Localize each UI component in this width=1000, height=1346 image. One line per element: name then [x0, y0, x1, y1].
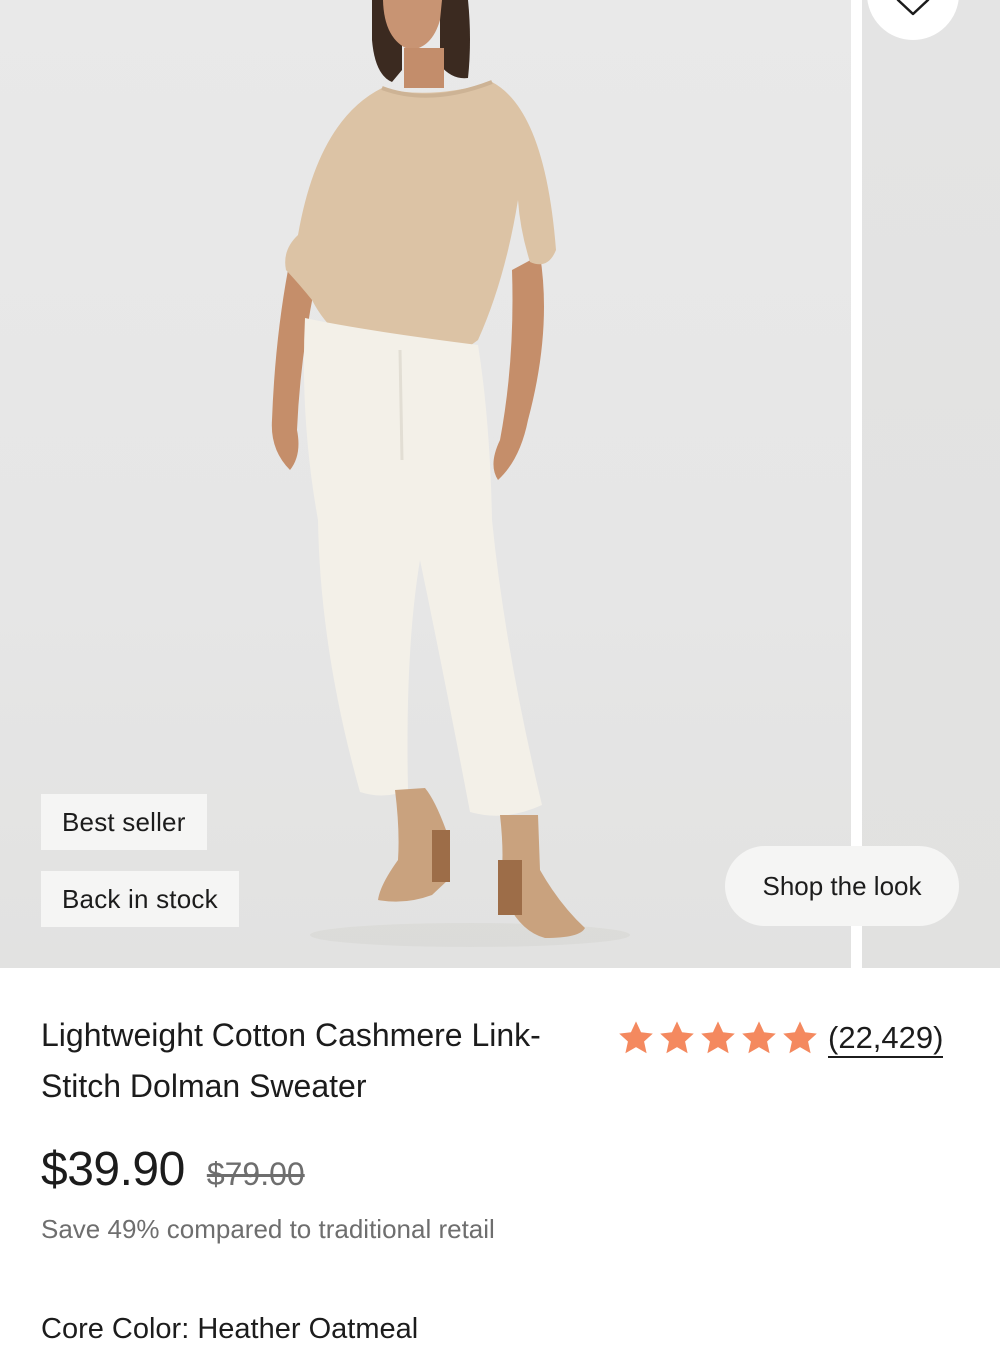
best-seller-badge: Best seller: [41, 794, 207, 850]
star-icon: [619, 1021, 653, 1054]
product-title: Lightweight Cotton Cashmere Link-Stitch …: [41, 1017, 541, 1104]
compare-price: $79.00: [206, 1156, 305, 1192]
product-image-main[interactable]: Best seller Back in stock: [0, 0, 851, 968]
product-rating[interactable]: (22,429): [617, 1013, 944, 1063]
sale-price: $39.90: [41, 1143, 185, 1196]
color-selector-label: Core Color: Heather Oatmeal: [41, 1313, 418, 1346]
reviews-count: (22,429): [828, 1020, 944, 1058]
heart-icon: [896, 0, 930, 16]
product-image-next[interactable]: [862, 0, 1000, 968]
savings-text: Save 49% compared to traditional retail: [41, 1214, 495, 1244]
star-icon: [660, 1021, 694, 1054]
star-icon: [783, 1021, 817, 1054]
back-in-stock-badge: Back in stock: [41, 871, 239, 927]
color-label: Core Color:: [41, 1313, 190, 1345]
star-icon: [701, 1021, 735, 1054]
price-row: $39.90 $79.00: [41, 1142, 305, 1197]
shop-the-look-button[interactable]: Shop the look: [725, 846, 959, 926]
product-image-gallery[interactable]: Best seller Back in stock Shop the look: [0, 0, 1000, 968]
color-value: Heather Oatmeal: [197, 1313, 419, 1345]
reviews-count-link[interactable]: (22,429): [828, 1020, 944, 1058]
star-icon: [742, 1021, 776, 1054]
